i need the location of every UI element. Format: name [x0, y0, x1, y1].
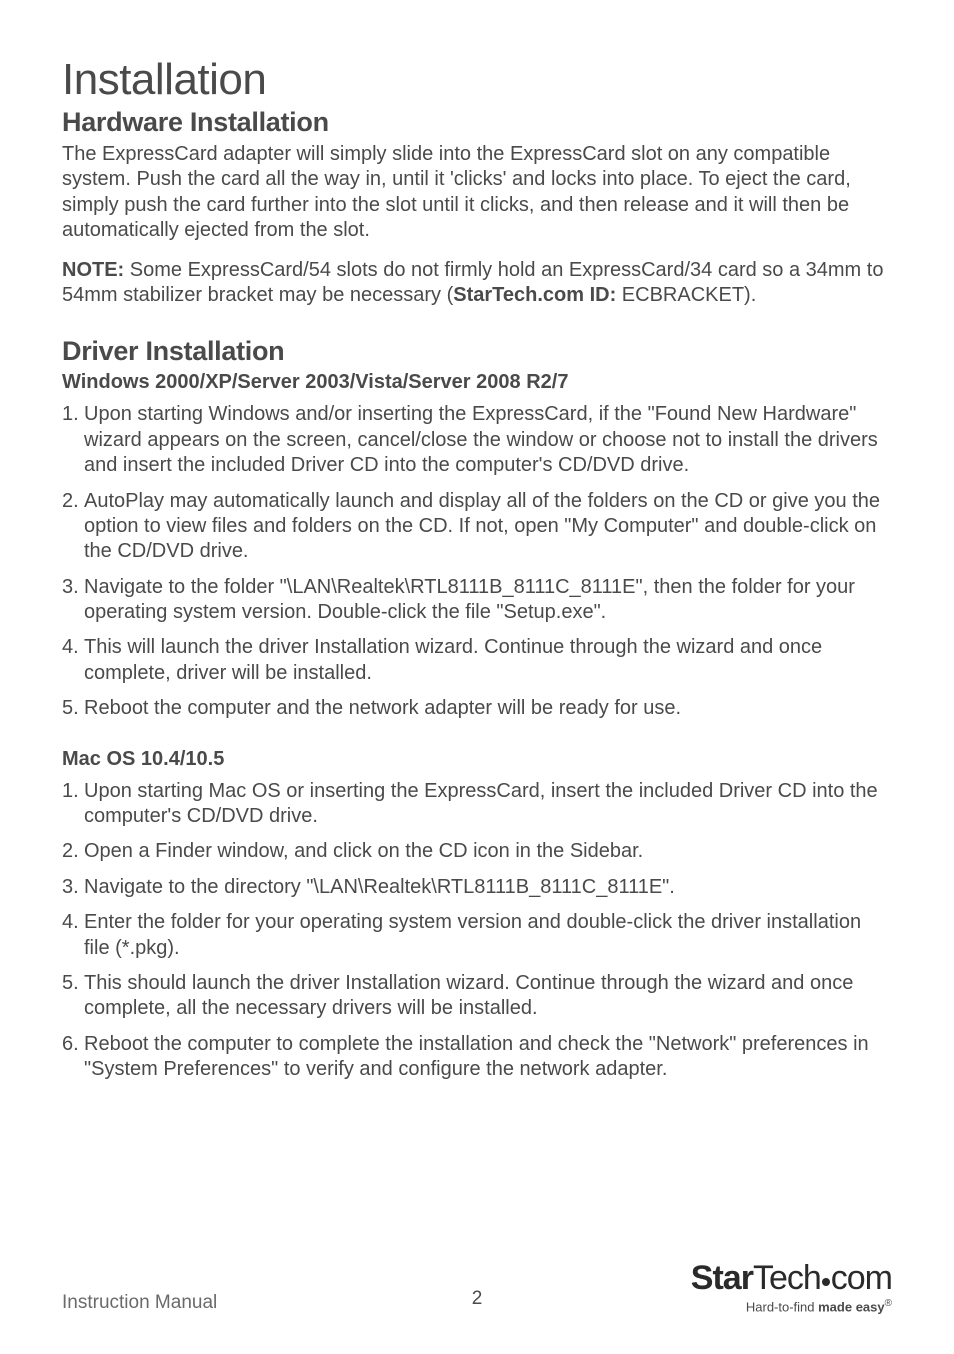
hardware-note: NOTE: Some ExpressCard/54 slots do not f… — [62, 258, 892, 309]
registered-mark: ® — [885, 1298, 892, 1309]
driver-heading: Driver Installation — [62, 336, 892, 367]
list-item: 4.This will launch the driver Installati… — [62, 635, 892, 686]
step-text: Upon starting Mac OS or inserting the Ex… — [84, 780, 878, 827]
step-text: This will launch the driver Installation… — [84, 636, 822, 683]
step-number: 4. — [62, 910, 79, 935]
mac-subheading: Mac OS 10.4/10.5 — [62, 748, 892, 771]
list-item: 3.Navigate to the directory "\LAN\Realte… — [62, 875, 892, 900]
hardware-paragraph: The ExpressCard adapter will simply slid… — [62, 142, 892, 244]
step-number: 6. — [62, 1032, 79, 1057]
logo-text: StarTechcom — [691, 1261, 892, 1295]
step-number: 3. — [62, 875, 79, 900]
list-item: 4.Enter the folder for your operating sy… — [62, 910, 892, 961]
step-text: Upon starting Windows and/or inserting t… — [84, 403, 878, 476]
step-number: 4. — [62, 635, 79, 660]
step-text: Reboot the computer and the network adap… — [84, 697, 681, 719]
list-item: 6.Reboot the computer to complete the in… — [62, 1032, 892, 1083]
note-text-2: ECBRACKET). — [616, 284, 756, 306]
hardware-heading: Hardware Installation — [62, 107, 892, 138]
list-item: 5.This should launch the driver Installa… — [62, 971, 892, 1022]
windows-subheading: Windows 2000/XP/Server 2003/Vista/Server… — [62, 371, 892, 394]
mac-steps-list: 1.Upon starting Mac OS or inserting the … — [62, 779, 892, 1083]
logo-dot-icon — [822, 1278, 830, 1286]
step-text: AutoPlay may automatically launch and di… — [84, 490, 880, 563]
brand-logo: StarTechcom Hard-to-find made easy® — [691, 1261, 892, 1314]
logo-part-2: Tech — [753, 1259, 821, 1297]
step-number: 5. — [62, 971, 79, 996]
list-item: 3.Navigate to the folder "\LAN\Realtek\R… — [62, 575, 892, 626]
windows-steps-list: 1.Upon starting Windows and/or inserting… — [62, 402, 892, 721]
tagline-1: Hard-to-find — [746, 1299, 818, 1314]
step-text: This should launch the driver Installati… — [84, 972, 853, 1019]
step-text: Enter the folder for your operating syst… — [84, 911, 861, 958]
step-text: Open a Finder window, and click on the C… — [84, 840, 643, 862]
step-number: 3. — [62, 575, 79, 600]
step-number: 5. — [62, 696, 79, 721]
note-bold-id: StarTech.com ID: — [453, 284, 616, 306]
tagline-2: made easy — [818, 1299, 885, 1314]
step-number: 2. — [62, 489, 79, 514]
list-item: 1.Upon starting Windows and/or inserting… — [62, 402, 892, 478]
step-number: 1. — [62, 779, 79, 804]
list-item: 2.AutoPlay may automatically launch and … — [62, 489, 892, 565]
list-item: 2.Open a Finder window, and click on the… — [62, 839, 892, 864]
logo-tagline: Hard-to-find made easy® — [691, 1298, 892, 1314]
logo-part-1: Star — [691, 1259, 753, 1297]
page-number: 2 — [472, 1288, 483, 1310]
step-text: Navigate to the folder "\LAN\Realtek\RTL… — [84, 576, 855, 623]
list-item: 5.Reboot the computer and the network ad… — [62, 696, 892, 721]
step-number: 2. — [62, 839, 79, 864]
step-number: 1. — [62, 402, 79, 427]
step-text: Navigate to the directory "\LAN\Realtek\… — [84, 876, 675, 898]
page-footer: Instruction Manual 2 StarTechcom Hard-to… — [62, 1261, 892, 1314]
logo-part-3: com — [831, 1259, 892, 1297]
page-title: Installation — [62, 55, 892, 105]
list-item: 1.Upon starting Mac OS or inserting the … — [62, 779, 892, 830]
step-text: Reboot the computer to complete the inst… — [84, 1033, 869, 1080]
note-label: NOTE: — [62, 259, 124, 281]
footer-doc-title: Instruction Manual — [62, 1292, 217, 1314]
